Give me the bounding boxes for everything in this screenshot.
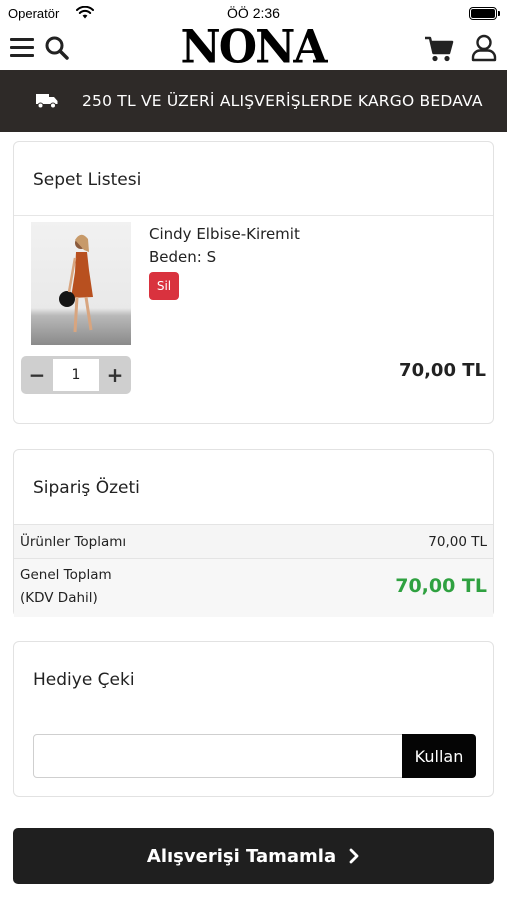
- free-shipping-banner: 250 TL VE ÜZERİ ALIŞVERİŞLERDE KARGO BED…: [0, 70, 507, 132]
- status-time: ÖÖ 2:36: [227, 5, 280, 21]
- product-photo-figure: [59, 234, 93, 333]
- delete-item-button[interactable]: Sil: [149, 272, 179, 300]
- chevron-right-icon: [349, 848, 359, 864]
- divider: [14, 215, 493, 216]
- banner-text: 250 TL VE ÜZERİ ALIŞVERİŞLERDE KARGO BED…: [82, 92, 483, 110]
- gift-code-input[interactable]: [33, 734, 403, 778]
- gift-voucher-card: Hediye Çeki Kullan: [13, 641, 494, 797]
- subtotal-value: 70,00 TL: [428, 534, 487, 550]
- gift-voucher-title: Hediye Çeki: [33, 670, 135, 690]
- product-size: Beden: S: [149, 248, 217, 266]
- truck-icon: [36, 94, 58, 109]
- product-price: 70,00 TL: [399, 360, 486, 381]
- brand-logo[interactable]: NONA: [168, 24, 338, 70]
- quantity-decrease-button[interactable]: −: [21, 356, 53, 394]
- apply-voucher-button[interactable]: Kullan: [402, 734, 476, 778]
- search-icon[interactable]: [44, 35, 70, 61]
- cart-icon[interactable]: [424, 35, 454, 63]
- product-name[interactable]: Cindy Elbise-Kiremit: [149, 225, 300, 243]
- complete-checkout-button[interactable]: Alışverişi Tamamla: [13, 828, 494, 884]
- subtotal-label: Ürünler Toplamı: [20, 534, 127, 550]
- grand-total-row: Genel Toplam (KDV Dahil) 70,00 TL: [14, 559, 493, 617]
- menu-icon[interactable]: [10, 38, 34, 58]
- quantity-increase-button[interactable]: +: [99, 356, 131, 394]
- quantity-stepper: − 1 +: [21, 356, 131, 394]
- cart-list-card: Sepet Listesi Cindy Elbise-Kiremit Beden…: [13, 141, 494, 424]
- grand-total-label: Genel Toplam: [20, 567, 112, 583]
- subtotal-row: Ürünler Toplamı 70,00 TL: [14, 524, 493, 559]
- grand-total-value: 70,00 TL: [395, 575, 487, 597]
- order-summary-card: Sipariş Özeti Ürünler Toplamı 70,00 TL G…: [13, 449, 494, 617]
- cart-list-title: Sepet Listesi: [33, 170, 142, 190]
- checkout-label: Alışverişi Tamamla: [146, 845, 337, 867]
- product-image[interactable]: [31, 222, 131, 345]
- quantity-value[interactable]: 1: [53, 359, 99, 391]
- order-summary-title: Sipariş Özeti: [33, 478, 140, 498]
- tax-included-label: (KDV Dahil): [20, 590, 98, 606]
- user-icon[interactable]: [471, 34, 497, 62]
- app-header: NONA: [0, 24, 507, 71]
- battery-icon: [469, 7, 500, 20]
